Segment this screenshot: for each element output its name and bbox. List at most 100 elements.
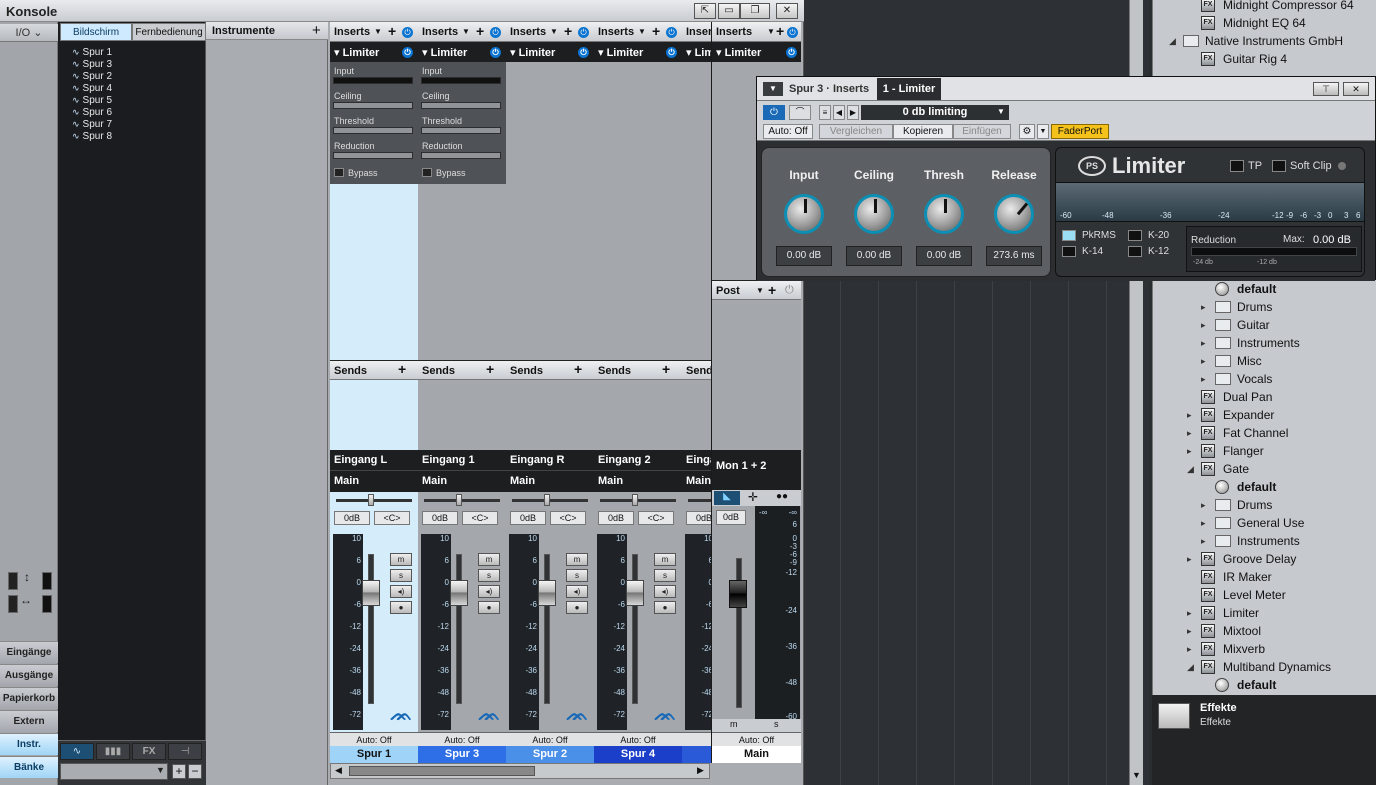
piano-icon[interactable]: ▮▮▮	[96, 743, 130, 760]
power-icon[interactable]: ⏻	[786, 47, 797, 58]
insert-plugin-bar[interactable]: ▾ Limiter ⏻	[330, 42, 418, 62]
routing-icon[interactable]: ⊣	[168, 743, 202, 760]
expand-arrow-icon[interactable]: ▸	[1201, 532, 1206, 550]
insert-area[interactable]	[594, 62, 682, 360]
spur-list-item[interactable]: ∿ Spur 1	[72, 46, 202, 58]
add-insert-icon[interactable]: +	[476, 23, 484, 39]
browser-item[interactable]: FX Dual Pan	[1153, 388, 1376, 406]
browser-item[interactable]: ▸ Drums	[1153, 496, 1376, 514]
pan-slider[interactable]	[600, 499, 676, 502]
param-slider[interactable]	[421, 127, 501, 134]
insert-plugin-bar[interactable]: ▾ Limi⏻	[682, 42, 711, 62]
chevron-down-icon[interactable]: ▼	[462, 27, 470, 36]
restore-icon[interactable]: ❐	[740, 3, 770, 19]
extern-button[interactable]: Extern	[0, 710, 58, 732]
monitor-icon[interactable]: ◂)	[654, 585, 676, 598]
power-icon[interactable]: ⏻	[666, 27, 677, 38]
expand-arrow-icon[interactable]: ▸	[1201, 334, 1206, 352]
monitor-icon[interactable]: ◣	[714, 491, 740, 505]
volume-display[interactable]: 0dB	[422, 511, 458, 525]
mute-button[interactable]: m	[654, 553, 676, 566]
monitor-input[interactable]: Mon 1 + 2	[712, 450, 801, 490]
volume-display[interactable]: 0dB	[598, 511, 634, 525]
browser-item[interactable]: FX Guitar Rig 4	[1153, 50, 1376, 68]
scroll-right-icon[interactable]: ▶	[697, 765, 704, 776]
prev-preset-icon[interactable]: ◀	[833, 105, 845, 120]
expand-arrow-icon[interactable]: ▸	[1201, 496, 1206, 514]
expand-arrow-icon[interactable]: ▸	[1201, 370, 1206, 388]
bypass-checkbox[interactable]	[334, 168, 344, 177]
input-select[interactable]: Eingang 1	[418, 450, 506, 471]
spur-list-item[interactable]: ∿ Spur 7	[72, 118, 202, 130]
record-icon[interactable]: ●	[654, 601, 676, 614]
add-insert-icon[interactable]: +	[776, 23, 784, 39]
spur-list-item[interactable]: ∿ Spur 4	[72, 82, 202, 94]
cue-icon[interactable]: ✛	[748, 490, 758, 504]
knob-value[interactable]: 0.00 dB	[776, 246, 832, 266]
browser-item[interactable]: ◢ FX Multiband Dynamics	[1153, 658, 1376, 676]
channel-scrollbar[interactable]: ◀ ▶	[330, 763, 710, 779]
chevron-down-icon[interactable]: ▼	[550, 27, 558, 36]
browser-item[interactable]: default	[1153, 280, 1376, 298]
add-send-icon[interactable]: +	[662, 361, 670, 377]
pan-handle[interactable]	[544, 494, 550, 506]
volume-display[interactable]: 0dB	[686, 511, 711, 525]
list-icon[interactable]: ≡	[819, 105, 831, 120]
ceiling-knob[interactable]	[854, 194, 894, 234]
add-send-icon[interactable]: +	[398, 361, 406, 377]
automation-mode[interactable]: Auto: Off	[506, 732, 594, 746]
tab-bildschirm[interactable]: Bildschirm	[60, 23, 132, 41]
solo-button[interactable]: s	[774, 719, 779, 729]
mute-button[interactable]: m	[566, 553, 588, 566]
power-icon[interactable]: ⏻	[666, 47, 677, 58]
output-select[interactable]: Main	[418, 471, 506, 492]
width-toggle[interactable]	[8, 595, 18, 613]
spur-list-item[interactable]: ∿ Spur 3	[72, 58, 202, 70]
knob-value[interactable]: 273.6 ms	[986, 246, 1042, 266]
detach-icon[interactable]: ⇱	[694, 3, 716, 19]
browser-item[interactable]: ▸ General Use	[1153, 514, 1376, 532]
add-instrument-icon[interactable]: +	[312, 22, 321, 39]
expand-arrow-icon[interactable]: ◢	[1169, 32, 1176, 50]
browser-item[interactable]: ▸ FX Fat Channel	[1153, 424, 1376, 442]
expand-arrow-icon[interactable]: ▸	[1187, 406, 1192, 424]
knob-value[interactable]: 0.00 dB	[916, 246, 972, 266]
add-send-icon[interactable]: +	[574, 361, 582, 377]
browser-item[interactable]: ◢ FX Gate	[1153, 460, 1376, 478]
fx-tab[interactable]: FX	[132, 743, 166, 760]
mute-button[interactable]: m	[478, 553, 500, 566]
mute-button[interactable]: m	[730, 719, 738, 729]
chevron-down-icon[interactable]: ▼	[1037, 124, 1049, 139]
add-insert-icon[interactable]: +	[652, 23, 660, 39]
tab-fernbedienung[interactable]: Fernbedienung	[132, 23, 206, 41]
height-toggle[interactable]	[8, 572, 18, 590]
automation-mode[interactable]: Auto: Off	[418, 732, 506, 746]
power-icon[interactable]: ⏻	[490, 27, 501, 38]
browser-item[interactable]: ▸ FX Flanger	[1153, 442, 1376, 460]
monitor-icon[interactable]: ◂)	[566, 585, 588, 598]
param-slider[interactable]	[333, 102, 413, 109]
output-select[interactable]: Main	[682, 471, 711, 492]
param-slider[interactable]	[333, 77, 413, 84]
insert-plugin-bar[interactable]: ▾ Limiter ⏻	[506, 42, 594, 62]
browser-item[interactable]: FX Level Meter	[1153, 586, 1376, 604]
monitor-fader-cap[interactable]	[729, 580, 747, 608]
bypass-checkbox[interactable]	[422, 168, 432, 177]
output-select[interactable]: Main	[594, 471, 682, 492]
copy-button[interactable]: Kopieren	[893, 124, 953, 139]
browser-item[interactable]: ▸ FX Mixverb	[1153, 640, 1376, 658]
compare-button[interactable]: Vergleichen	[819, 124, 893, 139]
plugin-tab[interactable]: 1 - Limiter	[877, 78, 941, 100]
browser-item[interactable]: default	[1153, 676, 1376, 694]
param-slider[interactable]	[333, 152, 413, 159]
automation-mode[interactable]: Auto: Off	[594, 732, 682, 746]
expand-arrow-icon[interactable]: ▸	[1187, 622, 1192, 640]
browser-item[interactable]: ▸ Misc	[1153, 352, 1376, 370]
monitor-auto[interactable]: Auto: Off	[712, 732, 801, 746]
chevron-down-icon[interactable]: ▼	[638, 27, 646, 36]
width-toggle-2[interactable]	[42, 595, 52, 613]
io-button[interactable]: I/O ⌄	[0, 24, 58, 42]
minimize-icon[interactable]: ▭	[718, 3, 740, 19]
browser-item[interactable]: ▸ FX Expander	[1153, 406, 1376, 424]
output-select[interactable]: Main	[506, 471, 594, 492]
